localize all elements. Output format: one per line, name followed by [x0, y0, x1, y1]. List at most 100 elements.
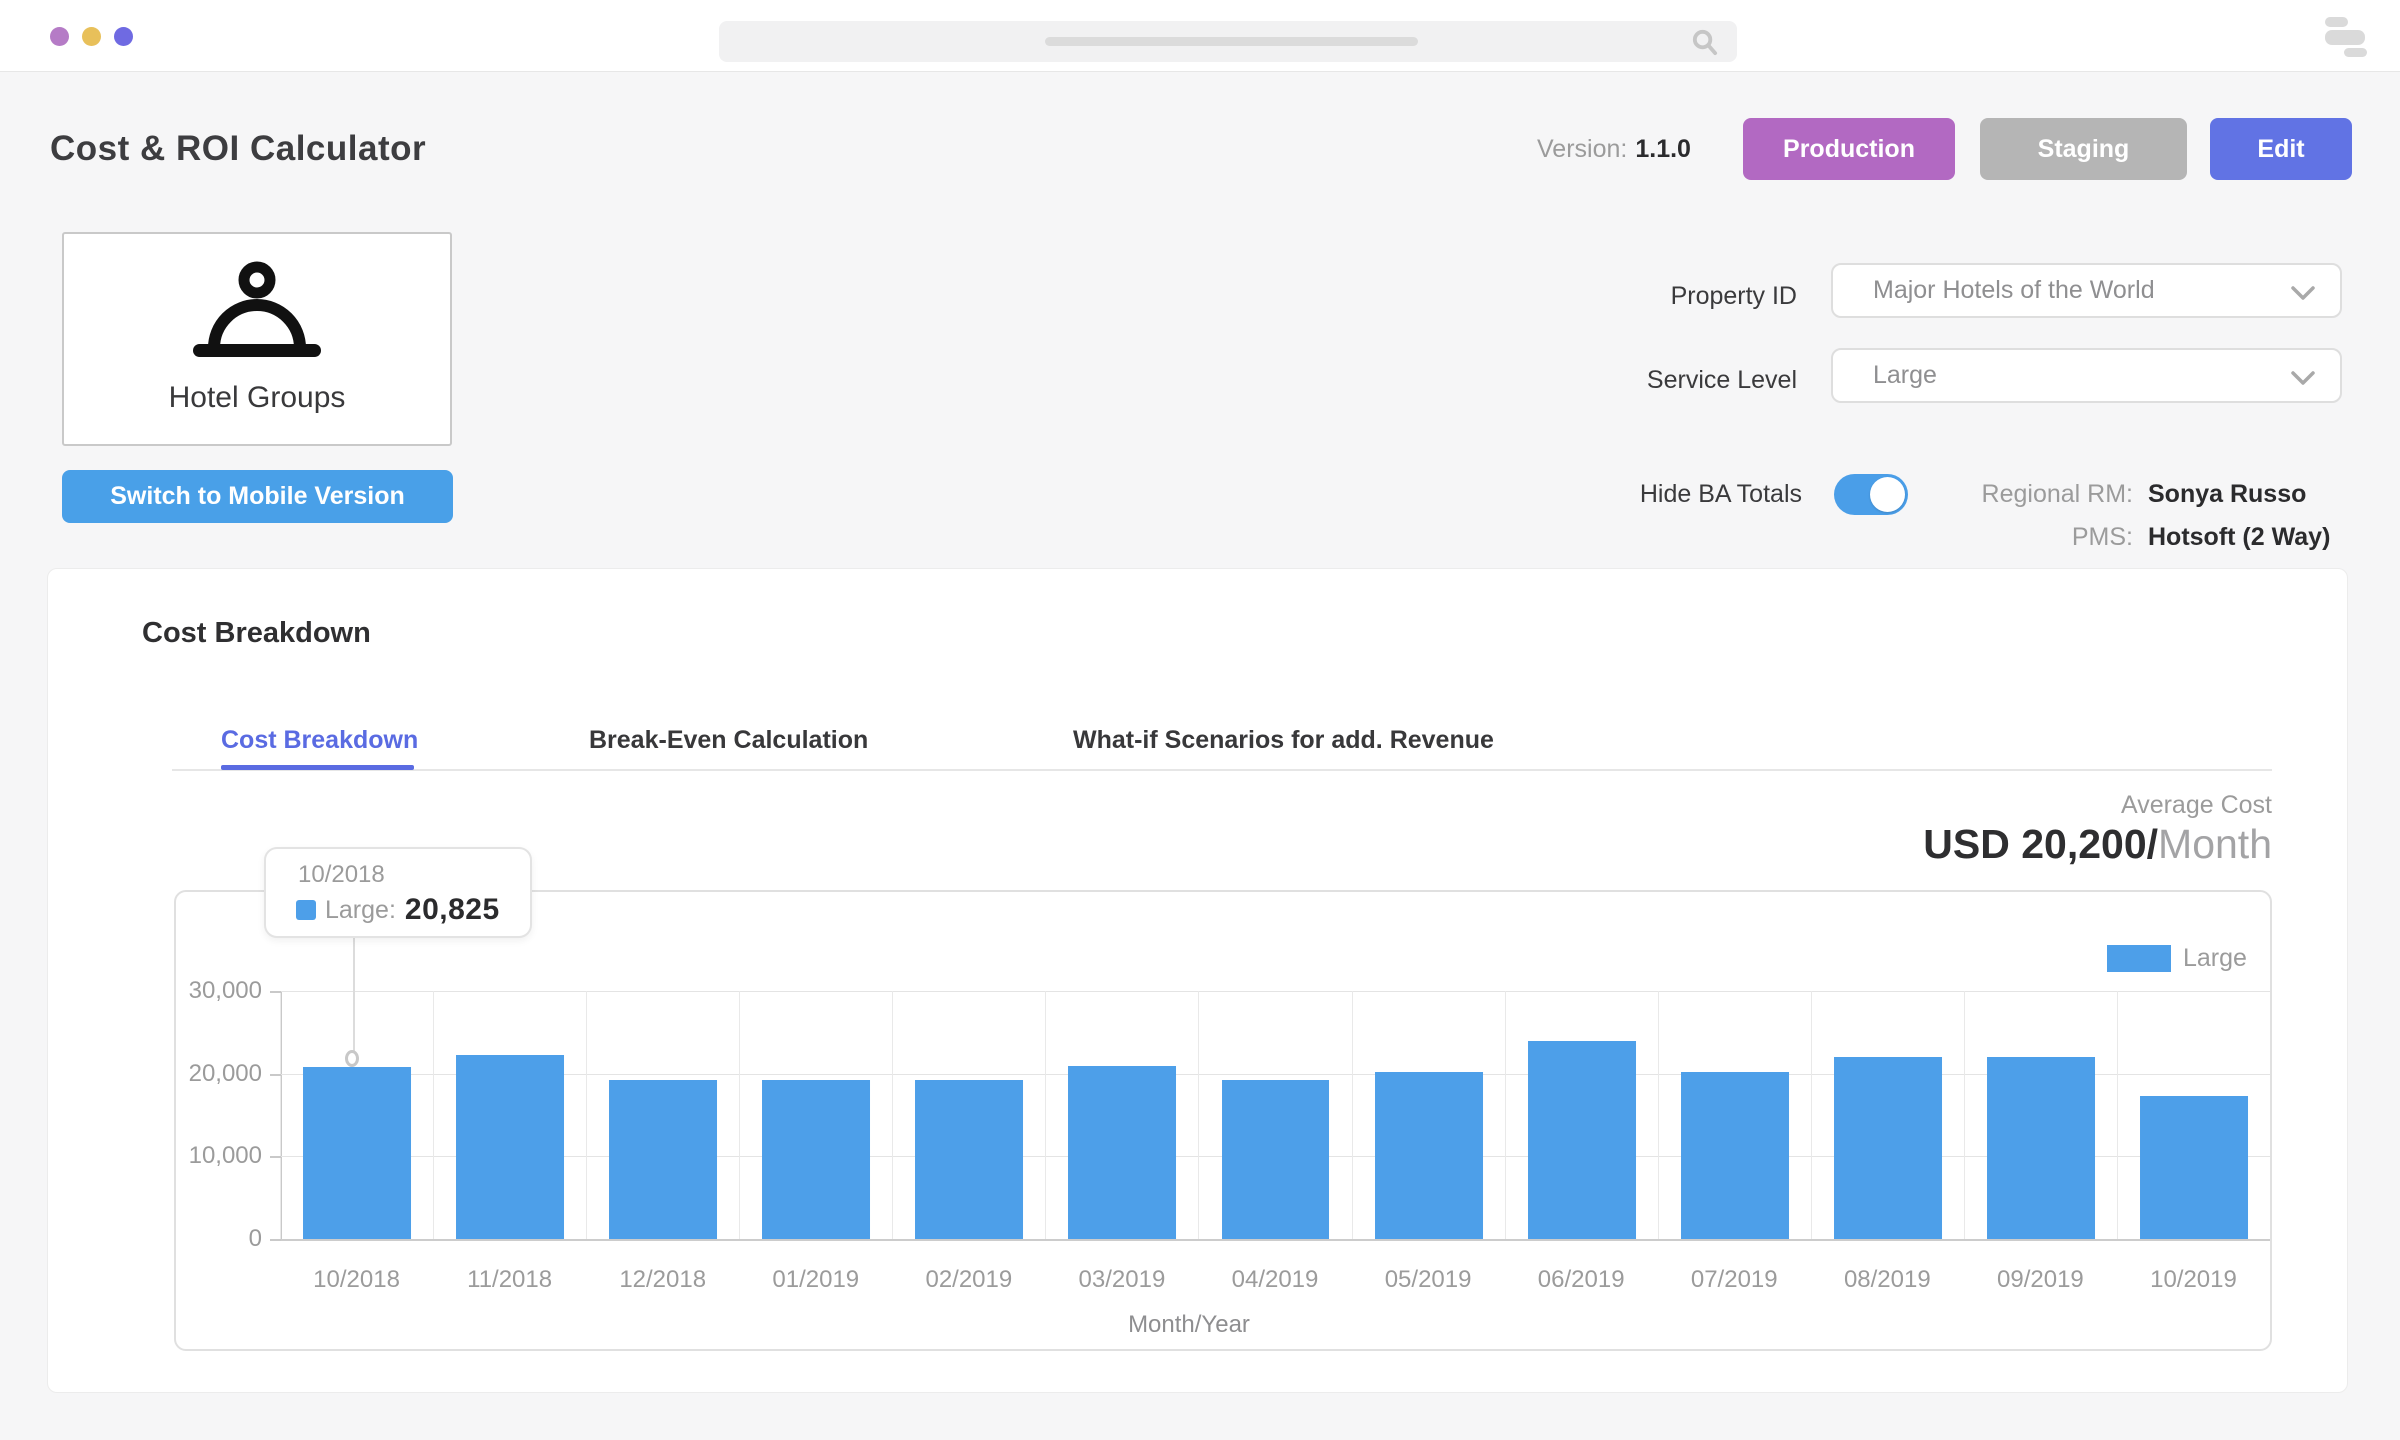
- pms-label: PMS:: [1900, 523, 2133, 552]
- x-tick-label: 01/2019: [739, 1266, 892, 1294]
- bar-05-2019[interactable]: [1375, 1072, 1483, 1239]
- hotel-groups-cloche-icon: [190, 256, 324, 368]
- hide-ba-totals-toggle[interactable]: [1834, 474, 1908, 515]
- x-axis-title: Month/Year: [1128, 1311, 1250, 1339]
- tab-divider: [172, 769, 2272, 771]
- legend-swatch-large: [2107, 945, 2171, 972]
- bar-07-2019[interactable]: [1681, 1072, 1789, 1239]
- bar-01-2019[interactable]: [762, 1080, 870, 1239]
- tooltip-series-label: Large:: [325, 896, 396, 925]
- average-cost-label: Average Cost: [1772, 791, 2272, 820]
- switch-to-mobile-button[interactable]: Switch to Mobile Version: [62, 470, 453, 523]
- average-cost: USD 20,200/Month: [1472, 821, 2272, 868]
- y-tick-label: 30,000: [176, 977, 262, 1005]
- legend-label-large: Large: [2183, 944, 2247, 973]
- x-tick-label: 07/2019: [1658, 1266, 1811, 1294]
- address-search-bar[interactable]: [719, 21, 1737, 62]
- staging-button[interactable]: Staging: [1980, 118, 2187, 180]
- x-tick-label: 08/2019: [1811, 1266, 1964, 1294]
- tab-what-if-scenarios[interactable]: What-if Scenarios for add. Revenue: [1073, 726, 1494, 755]
- x-tick-label: 04/2019: [1198, 1266, 1351, 1294]
- bar-08-2019[interactable]: [1834, 1057, 1942, 1239]
- plot-column: [1352, 991, 1505, 1239]
- x-tick-label: 02/2019: [892, 1266, 1045, 1294]
- version-label: Version:: [1537, 135, 1627, 164]
- average-cost-value: USD 20,200/: [1923, 821, 2158, 867]
- bar-10-2018[interactable]: [303, 1067, 411, 1239]
- plot-column: [280, 991, 433, 1239]
- h-gridline: [280, 1239, 2270, 1241]
- window-dot-1-icon[interactable]: [50, 27, 69, 46]
- y-tick-mark: [270, 991, 281, 993]
- chevron-down-icon: [2290, 369, 2316, 387]
- x-labels: 10/201811/201812/201801/201902/201903/20…: [280, 1266, 2270, 1294]
- bar-11-2018[interactable]: [456, 1055, 564, 1239]
- bar-02-2019[interactable]: [915, 1080, 1023, 1239]
- plot-area: [280, 991, 2270, 1239]
- tab-break-even-calculation[interactable]: Break-Even Calculation: [589, 726, 868, 755]
- plot-column: [2117, 991, 2270, 1239]
- y-tick-label: 10,000: [176, 1142, 262, 1170]
- active-tab-underline: [221, 765, 414, 770]
- plot-column: [1811, 991, 1964, 1239]
- plot-column: [739, 991, 892, 1239]
- property-id-select[interactable]: Major Hotels of the World: [1831, 263, 2342, 318]
- chart-tooltip: 10/2018 Large: 20,825: [264, 847, 532, 938]
- plot-column: [1198, 991, 1351, 1239]
- y-tick-label: 0: [176, 1225, 262, 1253]
- property-id-value: Major Hotels of the World: [1873, 276, 2155, 305]
- address-placeholder-line: [1045, 37, 1418, 46]
- bar-09-2019[interactable]: [1987, 1057, 2095, 1239]
- cost-breakdown-panel: Cost Breakdown Cost Breakdown Break-Even…: [47, 568, 2348, 1393]
- service-level-value: Large: [1873, 361, 1937, 390]
- x-tick-label: 05/2019: [1352, 1266, 1505, 1294]
- tooltip-category: 10/2018: [298, 861, 385, 889]
- average-cost-unit: Month: [2158, 821, 2272, 867]
- highlight-marker: [345, 1050, 359, 1067]
- browser-menu-icon[interactable]: [2325, 17, 2367, 55]
- chevron-down-icon: [2290, 284, 2316, 302]
- x-tick-label: 03/2019: [1045, 1266, 1198, 1294]
- bar-03-2019[interactable]: [1068, 1066, 1176, 1239]
- bar-06-2019[interactable]: [1528, 1041, 1636, 1239]
- window-dot-3-icon[interactable]: [114, 27, 133, 46]
- bar-04-2019[interactable]: [1222, 1080, 1330, 1239]
- plot-column: [1658, 991, 1811, 1239]
- production-button[interactable]: Production: [1743, 118, 1955, 180]
- chart-container: 10/201811/201812/201801/201902/201903/20…: [174, 890, 2272, 1351]
- x-tick-label: 06/2019: [1505, 1266, 1658, 1294]
- regional-rm-value: Sonya Russo: [2148, 480, 2306, 509]
- tooltip-pointer-line: [353, 938, 355, 1057]
- x-tick-label: 09/2019: [1964, 1266, 2117, 1294]
- plot-column: [1964, 991, 2117, 1239]
- window-dot-2-icon[interactable]: [82, 27, 101, 46]
- property-id-label: Property ID: [1560, 282, 1797, 311]
- service-level-select[interactable]: Large: [1831, 348, 2342, 403]
- y-tick-label: 20,000: [176, 1060, 262, 1088]
- bar-12-2018[interactable]: [609, 1080, 717, 1239]
- tab-cost-breakdown[interactable]: Cost Breakdown: [221, 726, 418, 755]
- hotel-group-card[interactable]: Hotel Groups: [62, 232, 452, 446]
- version-info: Version: 1.1.0: [1537, 135, 1691, 164]
- edit-button[interactable]: Edit: [2210, 118, 2352, 180]
- y-tick-mark: [270, 1239, 281, 1241]
- plot-column: [586, 991, 739, 1239]
- browser-topbar: [0, 0, 2400, 72]
- plot-column: [1045, 991, 1198, 1239]
- chart-legend[interactable]: Large: [2107, 944, 2247, 973]
- panel-title: Cost Breakdown: [142, 617, 371, 650]
- tooltip-value: 20,825: [405, 893, 500, 927]
- x-tick-label: 10/2019: [2117, 1266, 2270, 1294]
- version-value: 1.1.0: [1635, 135, 1691, 164]
- bar-10-2019[interactable]: [2140, 1096, 2248, 1239]
- plot-column: [433, 991, 586, 1239]
- search-icon[interactable]: [1690, 27, 1719, 56]
- regional-rm-label: Regional RM:: [1900, 480, 2133, 509]
- x-tick-label: 11/2018: [433, 1266, 586, 1294]
- window-controls: [50, 27, 133, 46]
- page-title: Cost & ROI Calculator: [50, 129, 426, 169]
- x-tick-label: 12/2018: [586, 1266, 739, 1294]
- y-tick-mark: [270, 1074, 281, 1076]
- hide-ba-totals-label: Hide BA Totals: [1560, 480, 1802, 509]
- plot-column: [892, 991, 1045, 1239]
